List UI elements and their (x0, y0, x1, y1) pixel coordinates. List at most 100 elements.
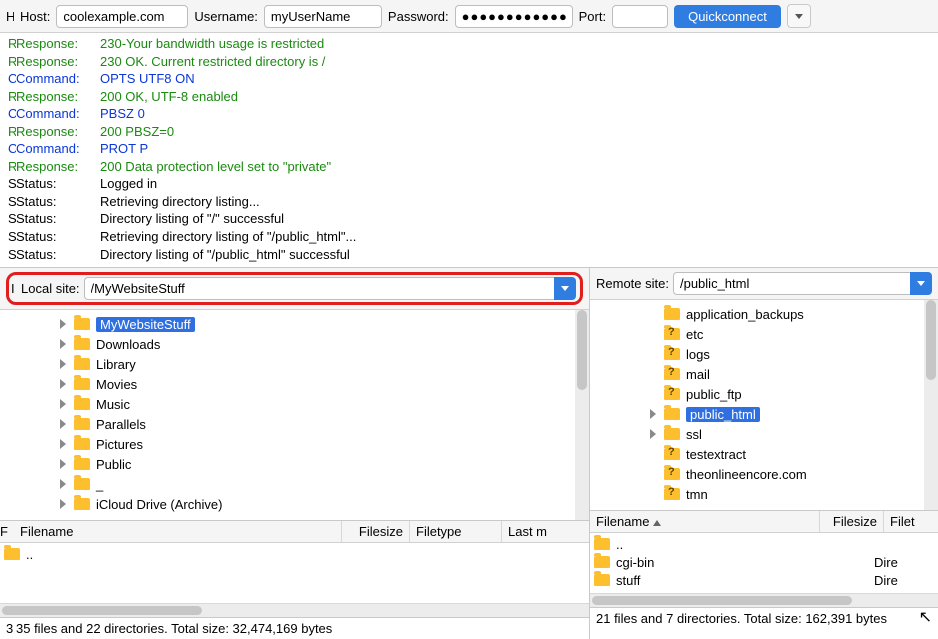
log-label: Response: (16, 123, 100, 141)
remote-pane: Remote site: application_backupsetclogsm… (590, 268, 938, 639)
filelist-name: cgi-bin (616, 555, 868, 570)
tree-item[interactable]: Pictures (60, 434, 589, 454)
remote-site-path-input[interactable] (673, 272, 910, 295)
expand-arrow-icon[interactable] (60, 379, 66, 389)
scrollbar-horizontal[interactable] (0, 603, 589, 617)
scrollbar-thumb[interactable] (2, 606, 202, 615)
expand-arrow-icon[interactable] (60, 399, 66, 409)
tree-item[interactable]: iCloud Drive (Archive) (60, 494, 589, 514)
local-directory-tree[interactable]: MyWebsiteStuff Downloads LibraryMoviesMusi… (0, 310, 589, 520)
filelist-row[interactable]: cgi-bin Dire (594, 553, 934, 571)
scrollbar-thumb[interactable] (926, 300, 936, 380)
scrollbar-horizontal[interactable] (590, 593, 938, 607)
log-line: RResponse:230-Your bandwidth usage is re… (8, 35, 930, 53)
scrollbar-thumb[interactable] (577, 310, 587, 390)
column-lastmodified[interactable]: Last m (502, 521, 589, 542)
tree-item-label: Public (96, 457, 131, 472)
expand-arrow-icon[interactable] (650, 429, 656, 439)
remote-directory-tree[interactable]: application_backupsetclogsmailpublic_ftp… (590, 300, 938, 510)
folder-icon (74, 338, 90, 350)
chevron-down-icon (795, 14, 803, 19)
tree-item[interactable]: _ (60, 474, 589, 494)
column-filesize[interactable]: Filesize (820, 511, 884, 532)
filelist-row[interactable]: .. (4, 545, 585, 563)
expand-arrow-icon[interactable] (60, 339, 66, 349)
folder-icon (664, 308, 680, 320)
expand-arrow-icon[interactable] (60, 359, 66, 369)
tree-item[interactable]: ssl (650, 424, 938, 444)
folder-icon (664, 388, 680, 400)
expand-arrow-icon[interactable] (60, 479, 66, 489)
remote-filelist[interactable]: .. cgi-bin DirestuffDire (590, 533, 938, 593)
expand-arrow-icon[interactable] (60, 319, 66, 329)
tree-item[interactable]: public_ftp (650, 384, 938, 404)
column-filesize[interactable]: Filesize (342, 521, 410, 542)
tree-item-label: ssl (686, 427, 702, 442)
column-filetype[interactable]: Filetype (410, 521, 502, 542)
tree-item-label: Downloads (96, 337, 160, 352)
truncated-lead: R (8, 35, 16, 53)
tree-item[interactable]: Movies (60, 374, 589, 394)
truncated-lead: S (8, 193, 16, 211)
username-input[interactable] (264, 5, 382, 28)
column-filename[interactable]: Filename (590, 511, 820, 532)
log-label: Command: (16, 70, 100, 88)
host-input[interactable] (56, 5, 188, 28)
log-line: SStatus:Logged in (8, 175, 930, 193)
tree-item[interactable]: Downloads (60, 334, 589, 354)
tree-item[interactable]: Library (60, 354, 589, 374)
tree-item[interactable]: etc (650, 324, 938, 344)
scrollbar-thumb[interactable] (592, 596, 852, 605)
column-lead-truncated: F (0, 521, 14, 542)
filelist-row[interactable]: .. (594, 535, 934, 553)
scrollbar-vertical[interactable] (924, 300, 938, 510)
tree-item[interactable]: Parallels (60, 414, 589, 434)
quickconnect-button[interactable]: Quickconnect (674, 5, 781, 28)
local-site-path-input[interactable] (84, 277, 554, 300)
tree-item[interactable]: Public (60, 454, 589, 474)
remote-status-bar: 21 files and 7 directories. Total size: … (590, 607, 938, 629)
tree-item-label: Parallels (96, 417, 146, 432)
filelist-name: .. (26, 547, 585, 562)
sort-ascending-icon (653, 520, 661, 526)
tree-item[interactable]: mail (650, 364, 938, 384)
scrollbar-vertical[interactable] (575, 310, 589, 520)
tree-item[interactable]: theonlineencore.com (650, 464, 938, 484)
filelist-row[interactable]: stuffDire (594, 571, 934, 589)
local-pane: I Local site: MyWebsiteStuffDownloadsLib… (0, 268, 590, 639)
password-label: Password: (388, 9, 449, 24)
tree-item[interactable]: public_html (650, 404, 938, 424)
local-status-text: 35 files and 22 directories. Total size:… (16, 621, 332, 636)
local-filelist[interactable]: .. (0, 543, 589, 603)
local-site-dropdown-button[interactable] (554, 277, 576, 300)
expand-arrow-icon[interactable] (60, 419, 66, 429)
tree-item[interactable]: Music (60, 394, 589, 414)
tree-item[interactable]: application_backups (650, 304, 938, 324)
log-label: Command: (16, 105, 100, 123)
tree-item[interactable]: logs (650, 344, 938, 364)
column-filetype[interactable]: Filet (884, 511, 938, 532)
log-message: 230 OK. Current restricted directory is … (100, 53, 325, 71)
quickconnect-history-button[interactable] (787, 4, 811, 28)
expand-arrow-icon[interactable] (60, 499, 66, 509)
truncated-lead: S (8, 210, 16, 228)
tree-item[interactable]: MyWebsiteStuff (60, 314, 589, 334)
message-log: RResponse:230-Your bandwidth usage is re… (0, 33, 938, 267)
column-filename[interactable]: Filename (14, 521, 342, 542)
remote-site-dropdown-button[interactable] (910, 272, 932, 295)
filelist-type: Dire (874, 555, 934, 570)
filelist-name: .. (616, 537, 868, 552)
port-input[interactable] (612, 5, 668, 28)
log-message: Retrieving directory listing... (100, 193, 260, 211)
password-input[interactable] (455, 5, 573, 28)
tree-item[interactable]: tmn (650, 484, 938, 504)
tree-item[interactable]: testextract (650, 444, 938, 464)
expand-arrow-icon[interactable] (60, 459, 66, 469)
expand-arrow-icon[interactable] (650, 409, 656, 419)
local-filelist-header[interactable]: F Filename Filesize Filetype Last m (0, 520, 589, 543)
log-line: CCommand:OPTS UTF8 ON (8, 70, 930, 88)
remote-filelist-header[interactable]: Filename Filesize Filet (590, 510, 938, 533)
chevron-down-icon (917, 281, 925, 286)
log-label: Command: (16, 140, 100, 158)
expand-arrow-icon[interactable] (60, 439, 66, 449)
